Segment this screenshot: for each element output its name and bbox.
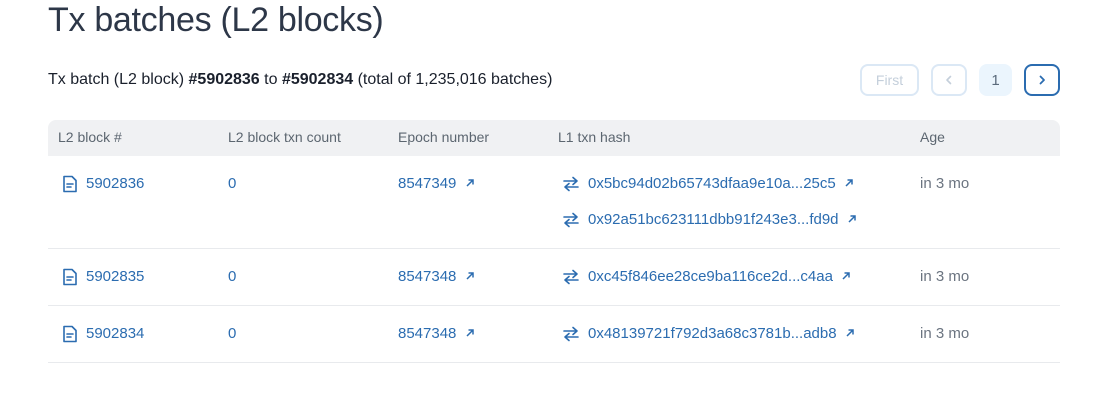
document-icon [61,325,79,343]
epoch-link[interactable]: 8547348 [398,268,475,285]
block-number-link[interactable]: 5902836 [86,175,144,192]
l1-hash-link[interactable]: 0xc45f846ee28ce9ba116ce2d...c4aa [588,268,851,285]
external-link-icon [845,179,853,187]
txn-count-link[interactable]: 0 [228,175,236,192]
next-page-button[interactable] [1024,64,1060,96]
external-link-icon [466,179,474,187]
range-to-word: to [264,71,278,88]
external-link-icon [466,329,474,337]
epoch-link[interactable]: 8547349 [398,175,475,192]
l1-hash-link[interactable]: 0x48139721f792d3a68c3781b...adb8 [588,325,855,342]
l1-hash-value: 0x48139721f792d3a68c3781b...adb8 [588,325,837,342]
table-header: L2 block # L2 block txn count Epoch numb… [48,120,1060,156]
range-to: #5902834 [281,71,354,88]
table-row: 5902834 0 8547348 0x48139721f792d3a68c37… [48,306,1060,363]
header-block: L2 block # [58,129,122,145]
document-icon [61,175,79,193]
batches-table: L2 block # L2 block txn count Epoch numb… [48,120,1060,363]
epoch-value: 8547349 [398,175,457,192]
block-number-link[interactable]: 5902834 [86,325,144,342]
table-row: 5902835 0 8547348 0xc45f846ee28ce9ba116c… [48,249,1060,306]
chevron-left-icon [946,75,952,85]
range-from: #5902836 [188,71,260,88]
epoch-link[interactable]: 8547348 [398,325,475,342]
table-row: 5902836 0 8547349 0x5bc94d02b65743dfaa9e… [48,156,1060,249]
header-epoch: Epoch number [398,129,490,145]
current-page-indicator: 1 [979,64,1012,96]
header-txn-count: L2 block txn count [228,129,341,145]
swap-arrows-icon [562,325,580,343]
l1-hash-link[interactable]: 0x5bc94d02b65743dfaa9e10a...25c5 [588,175,854,192]
epoch-value: 8547348 [398,325,457,342]
header-l1-hash: L1 txn hash [558,129,631,145]
external-link-icon [846,329,854,337]
pagination: First 1 [848,64,1060,96]
age-value: in 3 mo [920,268,970,285]
swap-arrows-icon [562,211,580,229]
batch-range-summary: Tx batch (L2 block) #5902836 to #5902834… [48,69,552,91]
prev-page-button[interactable] [931,64,967,96]
external-link-icon [842,272,850,280]
summary-prefix: Tx batch (L2 block) [48,71,185,88]
l1-hash-value: 0x92a51bc623111dbb91f243e3...fd9d [588,211,839,228]
external-link-icon [848,215,856,223]
epoch-value: 8547348 [398,268,457,285]
swap-arrows-icon [562,268,580,286]
swap-arrows-icon [562,175,580,193]
total-count: (total of 1,235,016 batches) [357,71,553,88]
txn-count-link[interactable]: 0 [228,268,236,285]
l1-hash-value: 0xc45f846ee28ce9ba116ce2d...c4aa [588,268,833,285]
l1-hash-link[interactable]: 0x92a51bc623111dbb91f243e3...fd9d [588,211,857,228]
header-age: Age [920,129,945,145]
age-value: in 3 mo [920,325,970,342]
chevron-right-icon [1039,75,1045,85]
document-icon [61,268,79,286]
block-number-link[interactable]: 5902835 [86,268,144,285]
page-title: Tx batches (L2 blocks) [48,1,384,39]
l1-hash-value: 0x5bc94d02b65743dfaa9e10a...25c5 [588,175,836,192]
first-page-button[interactable]: First [860,64,919,96]
txn-count-link[interactable]: 0 [228,325,236,342]
age-value: in 3 mo [920,175,970,192]
external-link-icon [466,272,474,280]
